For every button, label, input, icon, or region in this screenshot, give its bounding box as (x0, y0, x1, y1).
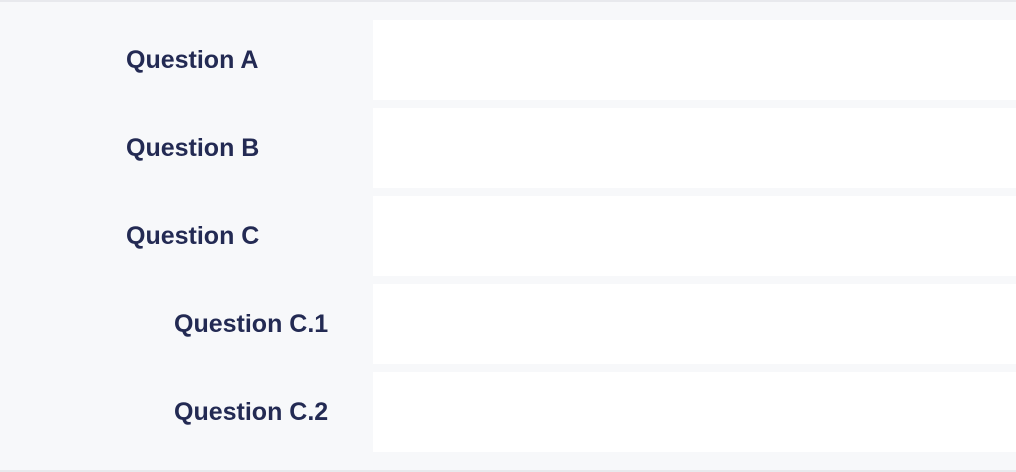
question-row: Question C (0, 196, 1016, 276)
answer-field[interactable] (373, 284, 1016, 364)
question-label: Question A (126, 46, 259, 74)
question-row: Question B (0, 108, 1016, 188)
question-row-subquestion: Question C.2 (0, 372, 1016, 452)
answer-field[interactable] (373, 196, 1016, 276)
question-row: Question A (0, 20, 1016, 100)
answer-field[interactable] (373, 108, 1016, 188)
subquestion-label: Question C.1 (174, 310, 329, 338)
question-list: Question A Question B Question C Questio… (0, 0, 1016, 472)
answer-field[interactable] (373, 372, 1016, 452)
question-row-subquestion: Question C.1 (0, 284, 1016, 364)
question-label: Question C (126, 222, 260, 250)
subquestion-label: Question C.2 (174, 398, 329, 426)
answer-field[interactable] (373, 20, 1016, 100)
question-label: Question B (126, 134, 260, 162)
